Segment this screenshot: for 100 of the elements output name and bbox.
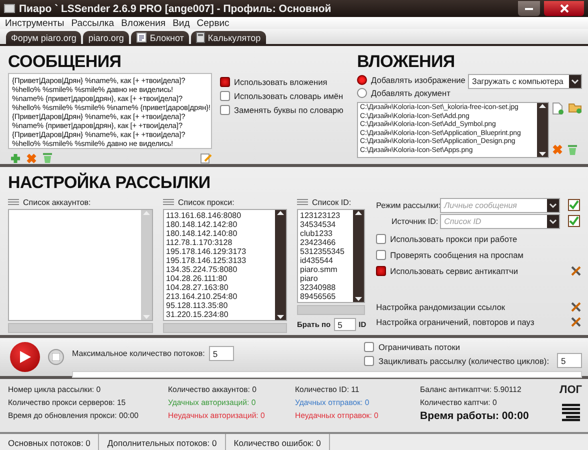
scroll-up-icon[interactable] xyxy=(539,103,546,108)
play-icon xyxy=(19,350,31,364)
list-item[interactable]: 112.78.1.170:3128 xyxy=(166,238,273,247)
checkbox-label[interactable]: Зацикливать рассылку (количество циклов): xyxy=(378,356,549,366)
checkbox-label[interactable]: Проверять сообщения на проспам xyxy=(390,250,524,260)
scrollbar[interactable] xyxy=(353,210,364,302)
list-item[interactable]: piaro.smm xyxy=(300,265,351,274)
tools-icon[interactable] xyxy=(570,265,582,277)
radio-button[interactable] xyxy=(357,88,367,98)
log-label: ЛОГ xyxy=(559,384,582,396)
section-heading: СООБЩЕНИЯ xyxy=(8,52,122,72)
list-item[interactable]: 213.164.210.254:80 xyxy=(166,292,273,301)
list-label: Список аккаунтов: xyxy=(23,198,91,206)
proxy-list[interactable] xyxy=(163,209,287,321)
checkbox[interactable] xyxy=(220,91,230,101)
close-icon xyxy=(560,4,568,13)
scroll-up-icon[interactable] xyxy=(355,210,362,215)
checkbox-label[interactable]: Заменять буквы по словарю xyxy=(234,105,344,115)
id-list[interactable]: 123123123 34534534 club1233 23423466 5312355345 id435544 piaro.smm piaro 32340988 89456565 xyxy=(297,209,365,303)
list-item[interactable]: club1233 xyxy=(300,229,351,238)
toolbar-tab[interactable]: Блокнот xyxy=(130,31,189,44)
minimize-button[interactable] xyxy=(518,1,540,16)
stop-button[interactable] xyxy=(48,349,64,365)
list-item[interactable]: 195.178.146.125:3133 xyxy=(166,256,273,265)
scroll-down-icon[interactable] xyxy=(277,315,284,320)
list-item[interactable]: 31.220.15.234:80 xyxy=(166,310,273,319)
menu-item[interactable]: Сервис xyxy=(196,18,230,28)
edit-icon[interactable] xyxy=(200,152,212,164)
tools-icon[interactable] xyxy=(570,316,582,328)
list-item[interactable]: 34534534 xyxy=(300,220,351,229)
check-icon[interactable] xyxy=(568,199,580,211)
caret-icon xyxy=(547,214,560,228)
list-item[interactable]: 180.148.142.142:80 xyxy=(166,220,273,229)
scrollbar[interactable] xyxy=(537,103,548,157)
toolbar-tab[interactable]: Калькулятор xyxy=(190,31,266,44)
status-text: Дополнительных потоков: 0 xyxy=(99,434,226,450)
menu-item[interactable]: Рассылка xyxy=(71,18,114,28)
threads-label: Максимальное количество потоков: xyxy=(72,349,205,358)
list-item[interactable]: 113.161.68.146:8080 xyxy=(166,211,273,220)
delete-icon[interactable] xyxy=(552,144,563,156)
horizontal-scrollbar[interactable] xyxy=(8,323,153,333)
close-button[interactable] xyxy=(544,1,584,16)
checkbox[interactable] xyxy=(376,250,386,260)
add-file-icon[interactable] xyxy=(552,102,564,115)
settings-link[interactable]: Настройка рандомизации ссылок xyxy=(376,302,506,312)
checkbox[interactable] xyxy=(220,105,230,115)
checkbox[interactable] xyxy=(220,77,230,87)
scroll-down-icon[interactable] xyxy=(355,297,362,302)
play-button[interactable] xyxy=(10,342,40,372)
horizontal-scrollbar[interactable] xyxy=(297,305,365,315)
menu-item[interactable]: Вложения xyxy=(121,18,166,28)
take-by-field[interactable]: 5 xyxy=(334,318,356,331)
checkbox-label[interactable]: Использовать словарь имён xyxy=(234,91,344,101)
horizontal-scrollbar[interactable] xyxy=(163,323,287,333)
list-item[interactable]: 104.28.27.163:80 xyxy=(166,283,273,292)
checkbox-label[interactable]: Использовать сервис антикаптчи xyxy=(390,266,518,276)
radio-button[interactable] xyxy=(357,75,367,85)
source-dropdown[interactable]: Загружать с компьютера xyxy=(468,74,582,89)
list-item[interactable]: 5312355345 xyxy=(300,247,351,256)
status-text: Количество ошибок: 0 xyxy=(226,434,330,450)
list-item[interactable]: 134.35.224.75:8080 xyxy=(166,265,273,274)
file-list[interactable] xyxy=(357,102,549,158)
list-item[interactable]: 89456565 xyxy=(300,292,351,301)
menu-item[interactable]: Инструменты xyxy=(5,18,64,28)
radio-label[interactable]: Добавлять изображение xyxy=(371,75,466,85)
toolbar-tab[interactable]: piaro.org xyxy=(83,31,129,44)
list-item[interactable]: piaro xyxy=(300,274,351,283)
section-heading: ВЛОЖЕНИЯ xyxy=(357,52,455,72)
log-icon[interactable] xyxy=(560,402,582,422)
checkbox[interactable] xyxy=(364,356,374,366)
list-item[interactable]: 104.28.26.111:80 xyxy=(166,274,273,283)
folder-icon[interactable] xyxy=(568,102,582,115)
tools-icon[interactable] xyxy=(570,300,582,312)
checkbox-label[interactable]: Использовать вложения xyxy=(234,77,328,87)
check-icon[interactable] xyxy=(568,215,580,227)
list-item[interactable]: id435544 xyxy=(300,256,351,265)
checkbox[interactable] xyxy=(364,342,374,352)
stop-icon xyxy=(52,353,60,361)
list-item[interactable]: 23423466 xyxy=(300,238,351,247)
scrollbar[interactable] xyxy=(275,210,286,320)
checkbox-label[interactable]: Ограничивать потоки xyxy=(378,342,460,352)
list-item[interactable]: 32340988 xyxy=(300,283,351,292)
radio-label[interactable]: Добавлять документ xyxy=(371,88,450,98)
scroll-up-icon[interactable] xyxy=(277,210,284,215)
list-label: Список ID: xyxy=(312,198,352,206)
list-item[interactable]: 195.178.146.129:3173 xyxy=(166,247,273,256)
loop-count-field[interactable]: 5 xyxy=(557,353,582,368)
list-item[interactable]: 95.128.113.35:80 xyxy=(166,301,273,310)
menu-item[interactable]: Вид xyxy=(172,18,190,28)
delete-icon[interactable] xyxy=(26,152,37,164)
scroll-down-icon[interactable] xyxy=(539,152,546,157)
settings-link[interactable]: Настройка ограничений, повторов и пауз xyxy=(376,316,534,326)
threads-field[interactable]: 5 xyxy=(208,346,234,361)
toolbar-tab[interactable]: Форум piaro.org xyxy=(6,31,82,44)
source-label: Источник ID: xyxy=(390,216,438,226)
checkbox[interactable] xyxy=(376,266,386,276)
checkbox[interactable] xyxy=(376,234,386,244)
list-item[interactable]: 180.148.142.140:80 xyxy=(166,229,273,238)
list-item[interactable]: 123123123 xyxy=(300,211,351,220)
checkbox-label[interactable]: Использовать прокси при работе xyxy=(390,234,518,244)
